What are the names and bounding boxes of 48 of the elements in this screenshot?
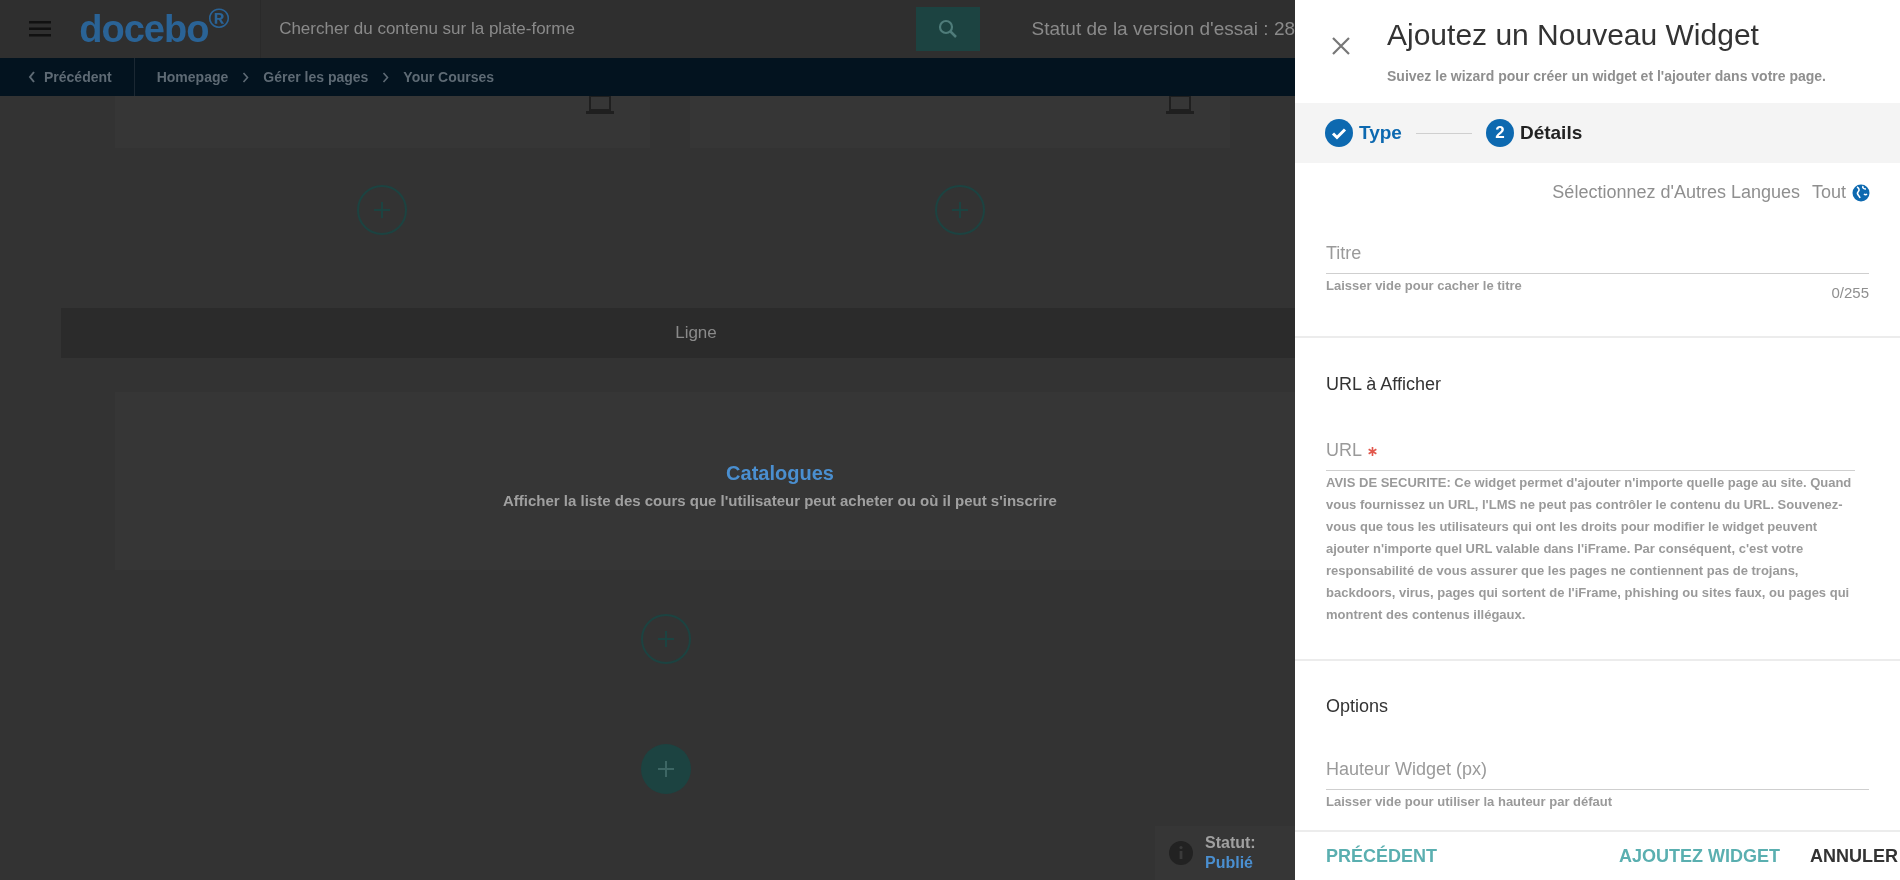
- search-field[interactable]: Chercher du contenu sur la plate-forme: [261, 0, 917, 58]
- status-value: Publié: [1205, 853, 1254, 873]
- search-button[interactable]: [916, 7, 980, 51]
- plus-icon: [655, 759, 676, 779]
- widget-description: Afficher la liste des cours que l'utilisateur peut acheter ou où il peut s'inscrire: [503, 490, 1057, 511]
- step-label: Type: [1359, 120, 1402, 145]
- languages-label: Sélectionnez d'Autres Langues: [1552, 181, 1800, 204]
- helper-text: Laisser vide pour cacher le titre: [1326, 277, 1522, 295]
- status-label: Statut:: [1205, 833, 1256, 853]
- add-button[interactable]: [357, 185, 407, 235]
- step[interactable]: Type: [1325, 118, 1402, 148]
- chevron-right-icon: [382, 71, 390, 83]
- panel-title: Ajoutez un Nouveau Widget: [1387, 17, 1760, 53]
- laptop-icon: [1166, 96, 1194, 114]
- breadcrumb-link[interactable]: Gérer les pages: [263, 66, 369, 88]
- laptop-icon: [586, 96, 614, 114]
- step-number: 2: [1485, 119, 1514, 147]
- section-heading: URL à Afficher: [1326, 372, 1443, 396]
- breadcrumb-link[interactable]: Homepage: [156, 66, 229, 88]
- search-icon: [937, 19, 958, 39]
- section-heading: Options: [1326, 694, 1390, 718]
- panel-subtitle: Suivez le wizard pour créer un widget et l'ajouter dans votre page.: [1387, 67, 1826, 86]
- widget-title: Catalogues: [726, 460, 834, 486]
- row-label: Ligne: [675, 322, 717, 345]
- info-icon: [1169, 841, 1193, 865]
- chevron-left-icon: [28, 71, 36, 83]
- cancel-button[interactable]: ANNULER: [1810, 842, 1898, 870]
- add-widget-button[interactable]: AJOUTEZ WIDGET: [1619, 842, 1780, 870]
- height-field[interactable]: Hauteur Widget (px): [1326, 751, 1869, 790]
- back-button[interactable]: PRÉCÉDENT: [1326, 842, 1437, 870]
- character-counter: 0/255: [1831, 283, 1869, 303]
- chevron-right-icon: [242, 71, 250, 83]
- url-field[interactable]: URL: [1326, 432, 1855, 471]
- breadcrumb-link[interactable]: Your Courses: [403, 66, 495, 88]
- logo[interactable]: docebo$^{®}$: [79, 10, 229, 48]
- close-icon: [1331, 36, 1351, 56]
- helper-text: Laisser vide pour utiliser la hauteur par défaut: [1326, 792, 1614, 811]
- language-selector[interactable]: Tout: [1811, 179, 1870, 206]
- step-label: Détails: [1519, 120, 1583, 145]
- step[interactable]: 2 Détails: [1485, 118, 1583, 148]
- add-button[interactable]: [640, 614, 691, 664]
- check-icon: [1325, 119, 1353, 147]
- security-notice: AVIS DE SECURITE: Ce widget permet d'ajouter n'importe quelle page au site. Quand vous fournissez un URL, l'LMS ne peut pas contrôler le contenu du URL. Souvenez-vous que tous les utilisateurs qui ont les droits pour modifier le widget peuvent ajouter n'importe quel URL valable dans l'iFrame. Par conséquent, c'est votre responsabilité de vous assurer que les pages ne contiennent pas de trojans, backdoors, virus, pages qui sortent de l'iFrame, phishing ou sites faux, ou pages qui montrent des contenus illégaux.: [1326, 473, 1853, 624]
- title-field[interactable]: Titre: [1326, 236, 1869, 274]
- add-button[interactable]: [640, 744, 691, 794]
- add-button[interactable]: [935, 185, 985, 235]
- menu-icon: [28, 21, 51, 37]
- trial-status: Statut de la version d'essai : 28: [1031, 16, 1295, 41]
